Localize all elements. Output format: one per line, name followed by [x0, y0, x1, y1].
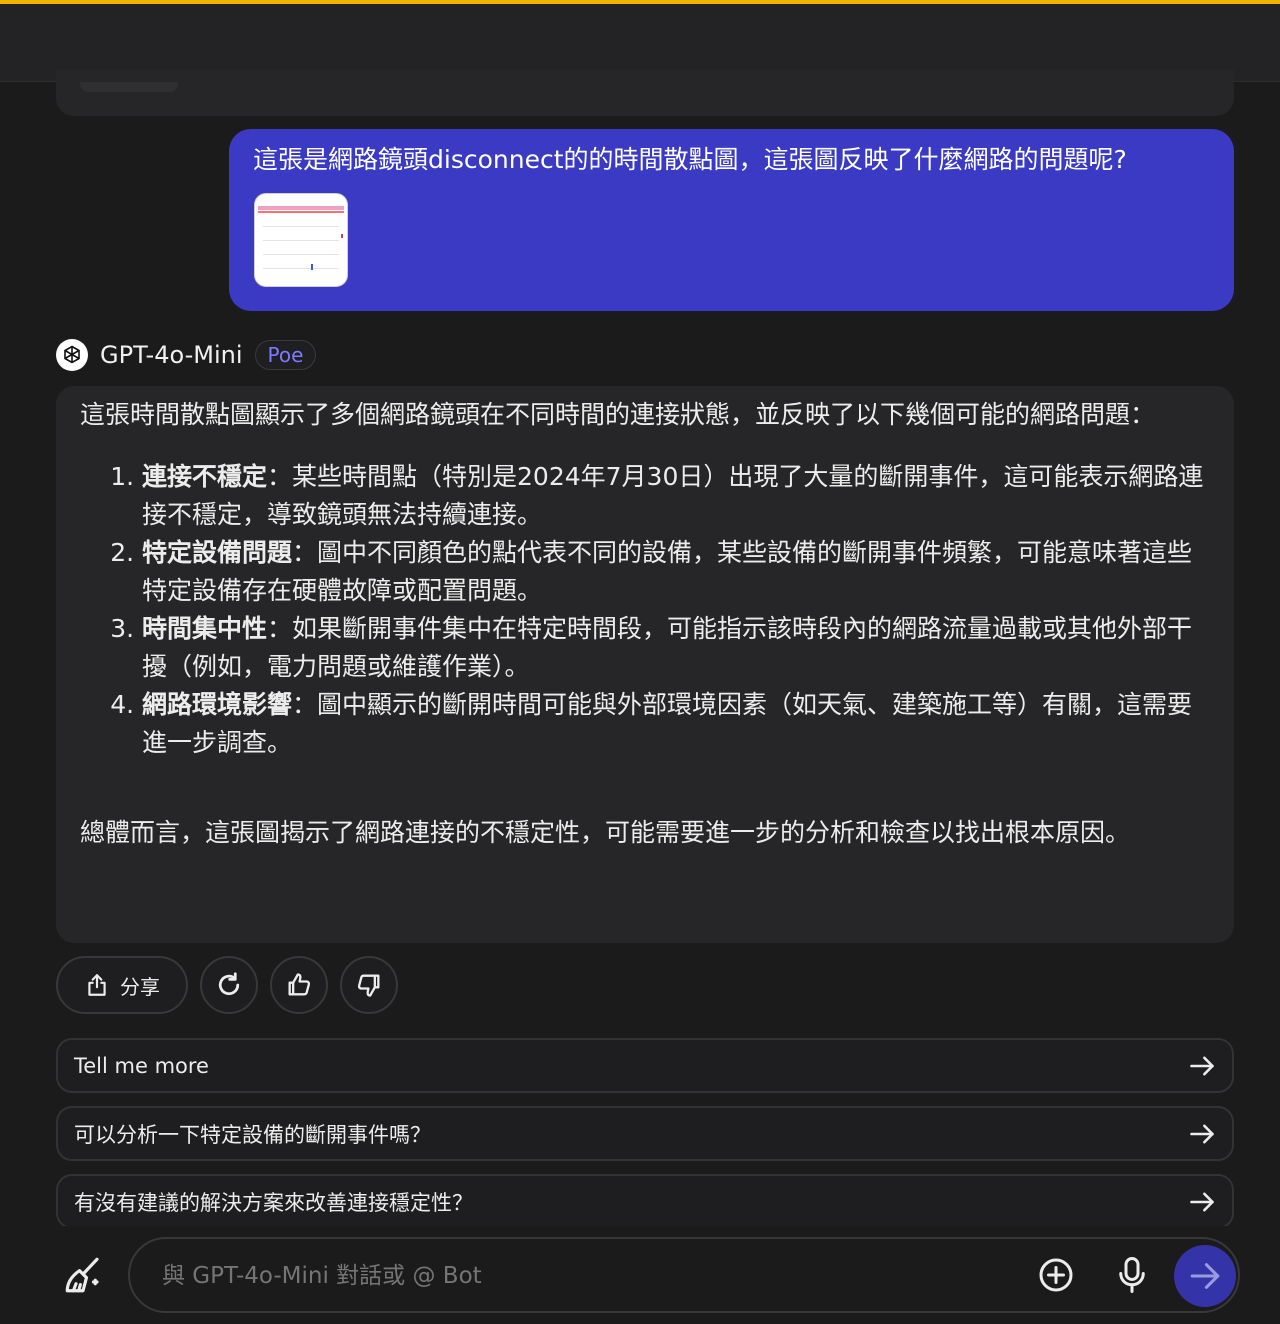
arrow-right-icon: [1190, 1192, 1214, 1211]
suggestion-text: 有沒有建議的解決方案來改善連接穩定性？: [74, 1190, 473, 1215]
suggestion-text: 可以分析一下特定設備的斷開事件嗎？: [74, 1122, 431, 1147]
thumbs-down-button[interactable]: [340, 956, 398, 1014]
share-button[interactable]: 分享: [56, 956, 188, 1014]
bot-header: GPT-4o-Mini Poe: [56, 337, 317, 373]
attachment-thumbnail[interactable]: [254, 193, 348, 287]
previous-message-card: [56, 70, 1234, 116]
list-item-text: ：如果斷開事件集中在特定時間段，可能指示該時段內的網路流量過載或其他外部干擾（例…: [142, 614, 1193, 681]
retry-button[interactable]: [200, 956, 258, 1014]
send-arrow-icon: [1190, 1263, 1220, 1289]
microphone-icon[interactable]: [1114, 1255, 1150, 1295]
suggestion-button[interactable]: 有沒有建議的解決方案來改善連接穩定性？: [56, 1174, 1234, 1229]
answer-intro: 這張時間散點圖顯示了多個網路鏡頭在不同時間的連接狀態，並反映了以下幾個可能的網路…: [80, 400, 1156, 429]
answer-list: 連接不穩定：某些時間點（特別是2024年7月30日）出現了大量的斷開事件，這可能…: [80, 458, 1210, 762]
list-item-text: ：某些時間點（特別是2024年7月30日）出現了大量的斷開事件，這可能表示網路連…: [142, 462, 1204, 529]
suggestion-button[interactable]: 可以分析一下特定設備的斷開事件嗎？: [56, 1106, 1234, 1161]
list-item-title: 特定設備問題: [142, 538, 293, 567]
thumbnail-header-band: [258, 206, 344, 210]
suggestion-button[interactable]: Tell me more: [56, 1038, 1234, 1093]
answer-summary: 總體而言，這張圖揭示了網路連接的不穩定性，可能需要進一步的分析和檢查以找出根本原…: [80, 818, 1131, 847]
user-message-text: 這張是網路鏡頭disconnect的的時間散點圖，這張圖反映了什麼網路的問題呢?: [253, 145, 1127, 174]
arrow-right-icon: [1190, 1056, 1214, 1075]
thumbs-up-icon: [288, 973, 311, 996]
openai-logo-icon: [56, 339, 88, 371]
thumbnail-gridline: [263, 254, 339, 255]
share-icon: [88, 974, 106, 996]
thumbnail-gridline: [263, 268, 339, 269]
list-item: 特定設備問題：圖中不同顏色的點代表不同的設備，某些設備的斷開事件頻繁，可能意味著…: [142, 534, 1210, 610]
thumbnail-point: [341, 234, 343, 238]
previous-message-fragment: [80, 82, 178, 92]
list-item: 時間集中性：如果斷開事件集中在特定時間段，可能指示該時段內的網路流量過載或其他外…: [142, 610, 1210, 686]
retry-icon: [218, 972, 240, 996]
list-item: 網路環境影響：圖中顯示的斷開時間可能與外部環境因素（如天氣、建築施工等）有關，這…: [142, 686, 1210, 762]
share-label: 分享: [120, 974, 160, 999]
thumbnail-gridline: [263, 240, 339, 241]
list-item-title: 時間集中性: [142, 614, 268, 643]
add-attachment-icon[interactable]: [1038, 1257, 1074, 1293]
message-input[interactable]: [162, 1259, 982, 1293]
clear-context-broom-icon[interactable]: [62, 1254, 104, 1296]
list-item-title: 連接不穩定: [142, 462, 268, 491]
thumbnail-point: [311, 264, 313, 270]
bot-platform-badge: Poe: [254, 340, 317, 370]
thumbnail-header-line: [258, 211, 344, 213]
suggestion-text: Tell me more: [74, 1053, 209, 1078]
message-actions: 分享: [56, 956, 398, 1014]
list-item-text: ：圖中不同顏色的點代表不同的設備，某些設備的斷開事件頻繁，可能意味著這些特定設備…: [142, 538, 1193, 605]
list-item-text: ：圖中顯示的斷開時間可能與外部環境因素（如天氣、建築施工等）有關，這需要進一步調…: [142, 690, 1193, 757]
send-button[interactable]: [1174, 1245, 1236, 1307]
thumbnail-gridline: [263, 226, 339, 227]
thumbs-down-icon: [357, 974, 380, 997]
message-composer: [128, 1237, 1240, 1313]
arrow-right-icon: [1190, 1124, 1214, 1143]
bot-answer-card: 這張時間散點圖顯示了多個網路鏡頭在不同時間的連接狀態，並反映了以下幾個可能的網路…: [56, 386, 1234, 943]
list-item-title: 網路環境影響: [142, 690, 293, 719]
bot-name[interactable]: GPT-4o-Mini: [100, 341, 243, 369]
list-item: 連接不穩定：某些時間點（特別是2024年7月30日）出現了大量的斷開事件，這可能…: [142, 458, 1210, 534]
user-message-bubble: 這張是網路鏡頭disconnect的的時間散點圖，這張圖反映了什麼網路的問題呢?: [229, 129, 1234, 311]
thumbs-up-button[interactable]: [270, 956, 328, 1014]
